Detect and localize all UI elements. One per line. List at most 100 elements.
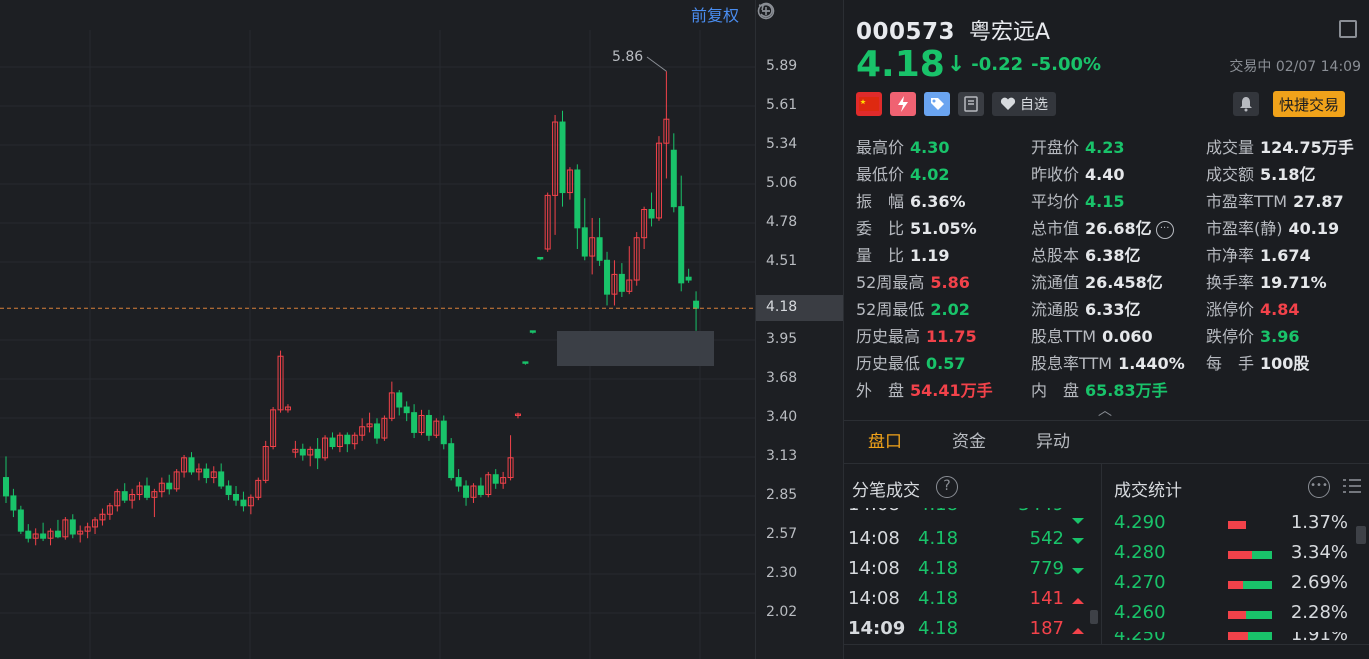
trade-time: 14:08 xyxy=(848,588,900,609)
stat-value: 4.84 xyxy=(1260,300,1300,319)
volume-stats-scrollbar[interactable] xyxy=(1356,526,1366,544)
sell-volume-bar xyxy=(1248,632,1272,640)
stat-label: 涨停价 xyxy=(1206,300,1255,319)
help-icon[interactable]: ? xyxy=(936,476,958,498)
candle-body xyxy=(581,227,588,257)
stat-label: 流通股 xyxy=(1031,300,1080,319)
price-tick-label: 4.78 xyxy=(766,214,798,230)
stat-cell: 涨停价 4.84 xyxy=(1206,296,1300,320)
stat-cell: 市盈率TTM 27.87 xyxy=(1206,188,1344,212)
kline-chart[interactable]: 5.86 xyxy=(0,0,755,659)
sell-volume-bar xyxy=(1246,611,1272,619)
candle-body xyxy=(529,330,536,333)
collapse-chevron-icon[interactable]: ︿ xyxy=(1098,400,1112,420)
notes-icon[interactable] xyxy=(958,92,984,116)
china-flag-icon[interactable] xyxy=(856,92,882,116)
trades-scrollbar[interactable] xyxy=(1090,610,1098,624)
stat-label: 开盘价 xyxy=(1031,138,1080,157)
price-tick-label: 3.68 xyxy=(766,370,798,386)
stat-label: 内 盘 xyxy=(1031,381,1080,400)
price-adjust-toggle[interactable]: 前复权 xyxy=(691,2,739,26)
candle-body xyxy=(396,392,403,408)
volume-stat-price: 4.290 xyxy=(1114,512,1166,533)
trade-row: 14:08 4.18 542 xyxy=(848,528,1084,558)
stat-cell: 52周最低 2.02 xyxy=(856,296,970,320)
arrow-down-icon: ↓ xyxy=(946,52,966,77)
candle-body xyxy=(203,468,210,479)
more-icon[interactable]: ••• xyxy=(1308,476,1330,498)
tab-anomaly[interactable]: 异动 xyxy=(1036,420,1070,464)
kline-chart-area[interactable]: 5.86 前复权 5.89 5.61 5.34 5.06 4.78 4.51 3.95 3.6… xyxy=(0,0,844,659)
stat-value: 4.15 xyxy=(1085,192,1125,211)
stock-tags: 自选 xyxy=(856,92,1056,116)
stat-value: 2.02 xyxy=(930,300,970,319)
buy-volume-bar xyxy=(1228,521,1246,529)
stat-label: 量 比 xyxy=(856,246,905,265)
candle-body xyxy=(425,414,432,436)
stat-value: 1.674 xyxy=(1260,246,1311,265)
stat-label: 总市值 xyxy=(1031,219,1080,238)
stat-value: 26.458亿 xyxy=(1085,273,1163,292)
triangle-down-icon xyxy=(1072,538,1084,544)
trading-status: 交易中 02/07 14:09 xyxy=(1229,59,1361,75)
high-marker-line xyxy=(646,56,667,72)
stat-cell: 每 手 100股 xyxy=(1206,350,1309,374)
candle-body xyxy=(225,485,232,495)
candle-body xyxy=(678,206,685,284)
stat-cell: 股息率TTM 1.440% xyxy=(1031,350,1185,374)
trade-time: 14:08 xyxy=(848,508,900,515)
tab-capital[interactable]: 资金 xyxy=(952,420,986,464)
stat-value: 5.86 xyxy=(930,273,970,292)
lightning-icon[interactable] xyxy=(890,92,916,116)
candle-body xyxy=(574,169,581,229)
price-tick-label: 5.06 xyxy=(766,175,798,191)
stat-label: 历史最高 xyxy=(856,327,921,346)
trade-volume: 779 xyxy=(1029,558,1064,579)
stat-cell: 市盈率(静) 40.19 xyxy=(1206,215,1339,239)
stat-cell: 历史最高 11.75 xyxy=(856,323,977,347)
stat-label: 成交额 xyxy=(1206,165,1255,184)
stat-row: 52周最高 5.86 流通值 26.458亿 换手率 19.71% xyxy=(856,269,1366,296)
volume-stat-pct: 2.69% xyxy=(1290,572,1348,593)
list-icon[interactable] xyxy=(1342,476,1362,498)
bell-icon[interactable] xyxy=(1233,92,1259,116)
price-tick-label: 3.40 xyxy=(766,409,798,425)
stat-label: 每 手 xyxy=(1206,354,1255,373)
candle-body xyxy=(693,300,700,309)
candle-body xyxy=(685,276,692,281)
stat-label: 股息率TTM xyxy=(1031,354,1113,373)
stat-value: 26.68亿 xyxy=(1085,219,1152,238)
quick-trade-button[interactable]: 快捷交易 xyxy=(1273,91,1346,117)
stat-cell: 昨收价 4.40 xyxy=(1031,161,1125,185)
gap-highlight-box xyxy=(557,331,714,366)
tab-order-book[interactable]: 盘口 xyxy=(868,420,902,464)
candle-body xyxy=(411,412,418,433)
price-tick-label: 2.02 xyxy=(766,604,798,620)
stat-label: 最高价 xyxy=(856,138,905,157)
tag-icon[interactable] xyxy=(924,92,950,116)
triangle-down-icon xyxy=(1072,568,1084,574)
add-favorite-button[interactable]: 自选 xyxy=(992,92,1056,116)
trade-volume: 141 xyxy=(1029,588,1064,609)
stat-value: 0.57 xyxy=(926,354,966,373)
stat-label: 最低价 xyxy=(856,165,905,184)
trade-row: 14:08 4.18 141 xyxy=(848,588,1084,618)
app-root: 5.86 前复权 5.89 5.61 5.34 5.06 4.78 4.51 3.95 3.6… xyxy=(0,0,1369,659)
stat-value: 4.30 xyxy=(910,138,950,157)
stock-header: 000573 粤宏远A xyxy=(856,14,1050,46)
window-toggle-icon[interactable] xyxy=(1339,20,1357,38)
buy-volume-bar xyxy=(1228,611,1246,619)
stat-label: 市盈率(静) xyxy=(1206,219,1283,238)
candle-body xyxy=(3,477,9,497)
candle-body xyxy=(537,256,544,260)
stat-value: 100股 xyxy=(1260,354,1310,373)
panel-tabs: 盘口 资金 异动 xyxy=(844,420,1369,464)
candle-body xyxy=(25,530,32,539)
more-icon[interactable]: ··· xyxy=(1155,220,1174,239)
stat-row: 最低价 4.02 昨收价 4.40 成交额 5.18亿 xyxy=(856,161,1366,188)
favorite-label: 自选 xyxy=(1020,97,1048,113)
stat-cell: 跌停价 3.96 xyxy=(1206,323,1300,347)
tick-trades-section: 分笔成交 ? 14:08 4.18 3449 14:08 4.18 542 14:08 4.1… xyxy=(844,464,1102,644)
trade-row: 14:08 4.18 3449 xyxy=(848,508,1084,524)
stat-cell: 成交量 124.75万手 xyxy=(1206,134,1354,158)
